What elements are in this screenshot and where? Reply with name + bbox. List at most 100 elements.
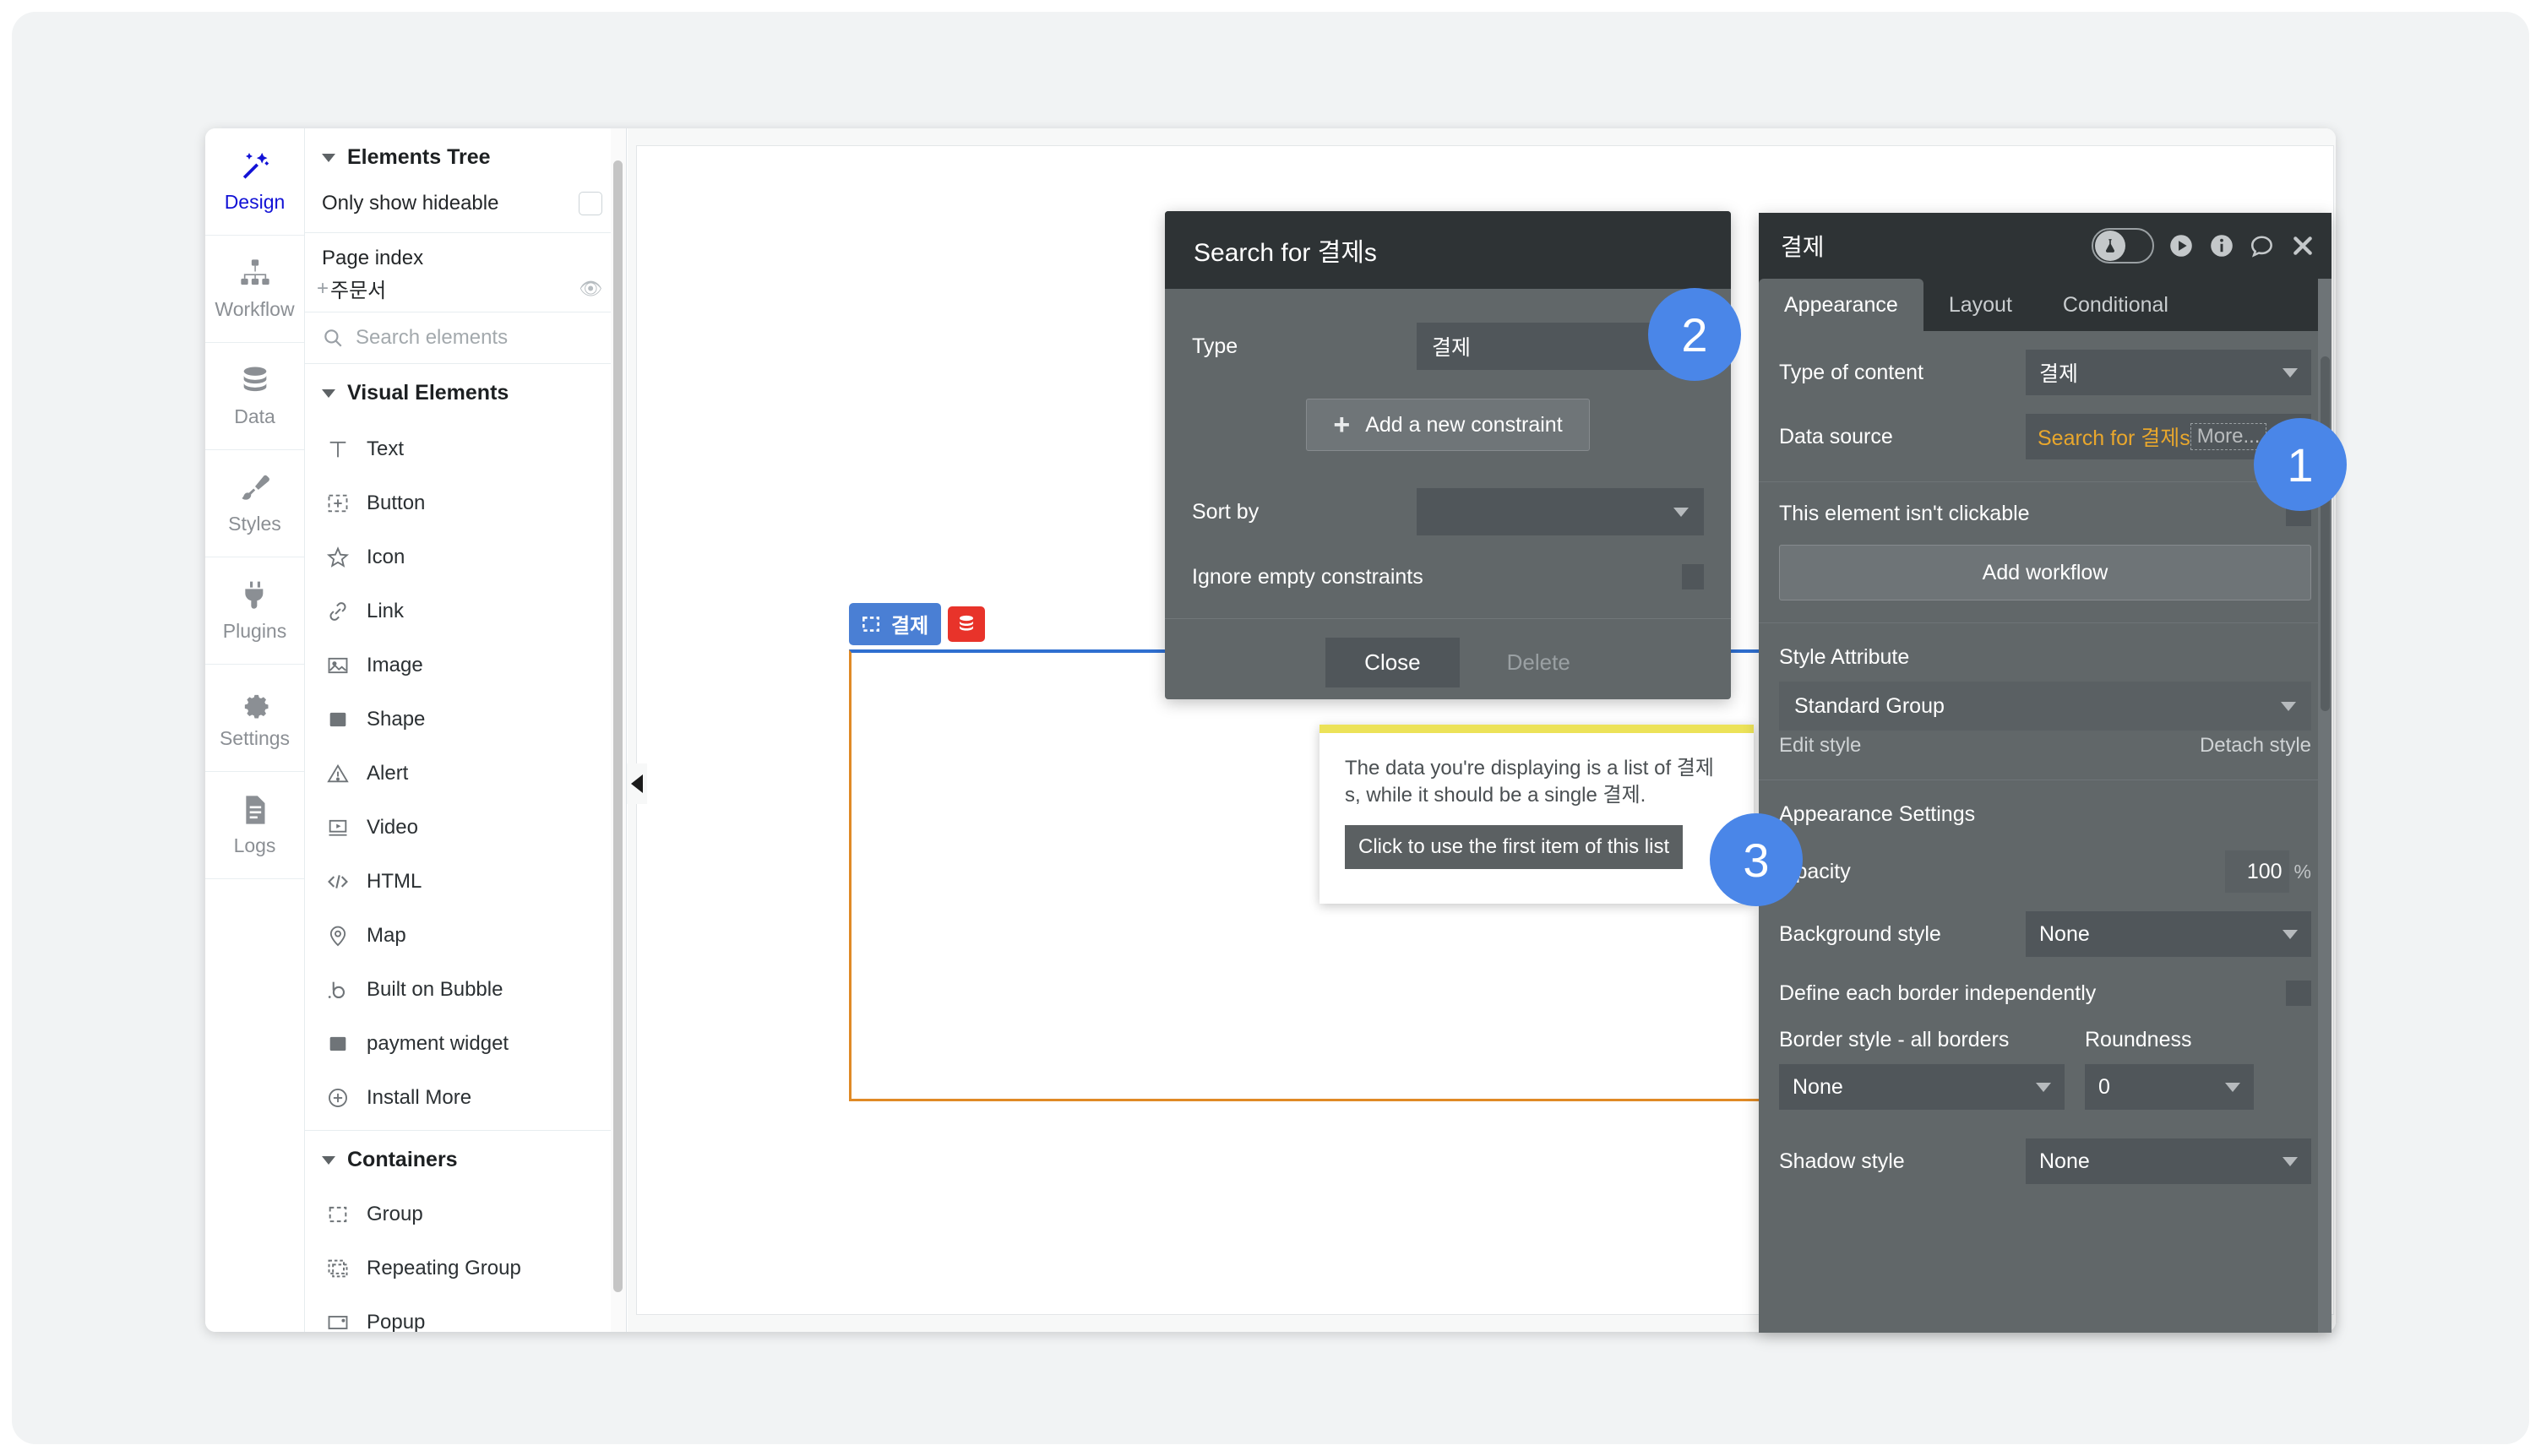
plug-icon (238, 579, 272, 612)
element-item-button[interactable]: Button (305, 476, 626, 530)
element-item-html[interactable]: HTML (305, 855, 626, 909)
search-elements-row[interactable] (305, 312, 626, 364)
background-style-select[interactable]: None (2026, 911, 2311, 957)
element-item-group[interactable]: Group (305, 1187, 626, 1241)
element-item-popup[interactable]: Popup (305, 1296, 626, 1332)
chevron-down-icon (1673, 507, 1689, 517)
element-item-shape[interactable]: Shape (305, 693, 626, 747)
warning-message: The data you're displaying is a list of … (1345, 757, 1714, 807)
style-attribute-select[interactable]: Standard Group (1779, 682, 2311, 731)
type-label: Type (1192, 334, 1238, 358)
background-style-label: Background style (1779, 921, 1941, 946)
element-item-built-on-bubble[interactable]: Built on Bubble (305, 963, 626, 1017)
rail-item-logs[interactable]: Logs (205, 772, 304, 879)
tab-conditional[interactable]: Conditional (2038, 279, 2194, 331)
element-item-label: Map (367, 924, 406, 947)
close-button[interactable]: Close (1325, 638, 1460, 687)
background-style-row: Background style None (1759, 911, 2332, 957)
rail-item-data[interactable]: Data (205, 343, 304, 450)
add-workflow-button[interactable]: Add workflow (1779, 545, 2311, 600)
flask-toggle-icon[interactable] (2092, 228, 2154, 263)
border-style-select[interactable]: None (1779, 1064, 2065, 1110)
element-name-chip[interactable]: 결제 (849, 603, 942, 645)
elements-tree-section-header[interactable]: Elements Tree (305, 128, 626, 185)
rail-item-plugins[interactable]: Plugins (205, 557, 304, 665)
type-of-content-select[interactable]: 결제 (2026, 350, 2311, 395)
shadow-style-select[interactable]: None (2026, 1138, 2311, 1184)
property-scrollbar-thumb[interactable] (2321, 356, 2330, 711)
element-item-repeating-group[interactable]: Repeating Group (305, 1241, 626, 1296)
rail-item-settings[interactable]: Settings (205, 665, 304, 772)
property-divider (1759, 622, 2332, 623)
info-icon[interactable] (2208, 232, 2235, 259)
element-item-text[interactable]: Text (305, 422, 626, 476)
sort-by-select[interactable] (1417, 488, 1704, 535)
eye-icon[interactable]: 👁 (579, 278, 602, 300)
element-item-label: Alert (367, 762, 409, 785)
expand-plus-icon[interactable]: + (317, 277, 329, 301)
element-item-alert[interactable]: Alert (305, 747, 626, 801)
toggle-knob (2095, 231, 2125, 261)
edit-style-link[interactable]: Edit style (1779, 734, 1861, 758)
element-item-map[interactable]: Map (305, 909, 626, 963)
element-item-image[interactable]: Image (305, 638, 626, 693)
define-borders-row[interactable]: Define each border independently (1759, 981, 2332, 1006)
data-type-warning-tooltip[interactable]: The data you're displaying is a list of … (1319, 725, 1754, 904)
tab-layout[interactable]: Layout (1923, 279, 2038, 331)
tree-scrollbar-thumb[interactable] (613, 160, 623, 1292)
rail-item-styles[interactable]: Styles (205, 450, 304, 557)
rail-item-label: Workflow (215, 298, 295, 320)
shadow-style-label: Shadow style (1779, 1149, 1905, 1173)
property-editor-panel[interactable]: 결제 Appearance Layout Conditional Type of… (1759, 213, 2332, 1333)
search-modal-title: Search for 결제s (1165, 211, 1731, 289)
bubble-logo-icon (326, 978, 350, 1002)
tree-scrollbar-track[interactable] (611, 128, 626, 1332)
element-item-install-more[interactable]: Install More (305, 1071, 626, 1125)
element-item-link[interactable]: Link (305, 584, 626, 638)
visual-elements-list: Text Button Icon Link Image Shape Alert … (305, 421, 626, 1332)
tree-node-page[interactable]: + 주문서 👁 (305, 272, 626, 312)
not-clickable-row[interactable]: This element isn't clickable (1759, 501, 2332, 526)
step-badge-3: 3 (1710, 813, 1803, 906)
tab-appearance[interactable]: Appearance (1759, 279, 1923, 331)
visual-elements-section-header[interactable]: Visual Elements (305, 364, 626, 421)
data-source-more-button[interactable]: More... (2190, 423, 2267, 450)
only-show-hideable-checkbox[interactable] (579, 192, 602, 215)
use-first-item-button[interactable]: Click to use the first item of this list (1345, 824, 1684, 869)
opacity-input[interactable]: 100 (2224, 850, 2289, 893)
property-divider (1759, 481, 2332, 482)
containers-section-header[interactable]: Containers (305, 1131, 626, 1187)
rail-item-label: Settings (219, 727, 291, 749)
chevron-down-icon (2036, 1082, 2051, 1092)
roundness-group: Roundness 0 (2085, 1028, 2254, 1110)
selected-element-label[interactable]: 결제 (849, 603, 986, 645)
property-panel-header-icons (2092, 228, 2316, 263)
roundness-select[interactable]: 0 (2085, 1064, 2254, 1110)
data-source-row: Data source Search for 결제s More... (1759, 414, 2332, 459)
detach-style-link[interactable]: Detach style (2200, 734, 2311, 758)
chevron-down-icon (322, 388, 335, 398)
define-borders-checkbox[interactable] (2286, 981, 2311, 1006)
search-icon (322, 327, 344, 349)
element-item-label: Built on Bubble (367, 978, 503, 1001)
delete-button[interactable]: Delete (1507, 649, 1570, 676)
chevron-down-icon (2283, 929, 2298, 939)
database-icon[interactable] (948, 606, 986, 642)
search-for-modal[interactable]: Search for 결제s Type 결제 + Add a new const… (1165, 211, 1731, 699)
comment-icon[interactable] (2249, 232, 2276, 259)
close-icon[interactable] (2289, 232, 2316, 259)
add-constraint-button[interactable]: + Add a new constraint (1306, 399, 1590, 451)
collapse-panel-handle[interactable] (627, 763, 647, 804)
element-item-icon[interactable]: Icon (305, 530, 626, 584)
ignore-empty-checkbox[interactable] (1682, 564, 1704, 589)
data-source-value[interactable]: Search for 결제s (2038, 421, 2190, 452)
shadow-style-value: None (2039, 1149, 2090, 1173)
rail-item-workflow[interactable]: Workflow (205, 236, 304, 343)
rail-item-design[interactable]: Design (205, 128, 304, 236)
element-item-video[interactable]: Video (305, 801, 626, 855)
preview-play-icon[interactable] (2168, 232, 2195, 259)
search-elements-input[interactable] (356, 326, 575, 350)
element-item-payment-widget[interactable]: payment widget (305, 1017, 626, 1071)
only-show-hideable-row[interactable]: Only show hideable (305, 185, 626, 233)
modal-ignore-empty-row[interactable]: Ignore empty constraints (1165, 564, 1731, 589)
